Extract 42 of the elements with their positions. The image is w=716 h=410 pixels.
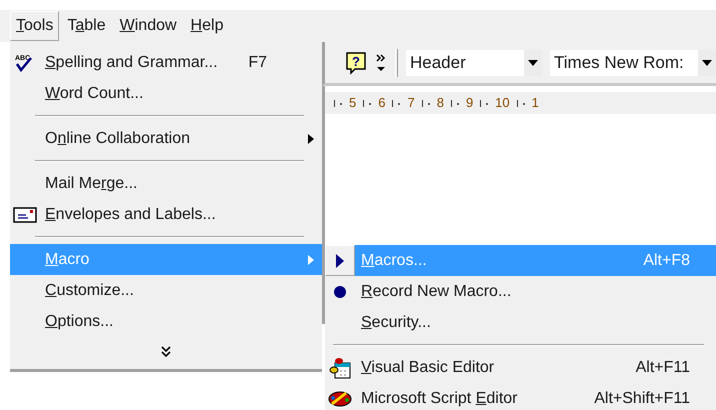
ruler-tick-marks: [392, 100, 400, 106]
menu-item[interactable]: Word Count...: [10, 78, 322, 109]
submenu-arrow-icon: [308, 134, 314, 144]
ruler-tick-marks: [516, 100, 525, 106]
ruler-number: 6: [378, 94, 386, 112]
submenu-arrow-icon: [308, 254, 314, 264]
ruler-tick-marks: [450, 100, 459, 106]
dropdown-arrow-icon: [528, 60, 538, 66]
ruler-tick-marks: [334, 100, 342, 106]
ruler-number: 7: [407, 94, 415, 112]
menu-item[interactable]: Microsoft Script Editor Alt+Shift+F11: [325, 383, 716, 410]
menu-item[interactable]: Table: [61, 11, 112, 41]
menu-item[interactable]: Tools: [10, 11, 60, 41]
ruler-number: 8: [436, 94, 444, 112]
help-icon[interactable]: ?: [345, 50, 367, 74]
ruler-number: 1: [532, 94, 539, 112]
font-dropdown[interactable]: Times New Rom:: [550, 50, 716, 76]
menu-item[interactable]: Options...: [10, 306, 322, 337]
menu-item[interactable]: Envelopes and Labels...: [10, 199, 322, 230]
dropdown-arrow-icon: [702, 60, 712, 66]
ruler-number: 9: [466, 94, 474, 112]
editor-window-icon: [329, 356, 351, 378]
ruler-number: 5: [349, 94, 356, 112]
envelope-icon: [13, 206, 37, 222]
menu-item[interactable]: Help: [184, 11, 230, 41]
menu-item[interactable]: Customize...: [10, 275, 322, 306]
ruler-number: 10: [495, 94, 510, 112]
menu-item[interactable]: Window: [114, 11, 183, 41]
ruler-tick-marks: [480, 100, 488, 106]
toolbar-options-icon[interactable]: [375, 52, 387, 74]
ruler-tick-marks: [422, 100, 430, 106]
menu-item[interactable]: Online Collaboration: [10, 123, 322, 154]
script-editor-icon: [328, 390, 352, 408]
menu-item[interactable]: Visual Basic Editor Alt+F11: [325, 352, 716, 383]
menu-item[interactable]: Security...: [325, 307, 716, 338]
menu-item[interactable]: Record New Macro...: [325, 276, 716, 307]
menu-item[interactable]: Mail Merge...: [10, 168, 322, 199]
ruler-tick-marks: [363, 100, 372, 106]
record-icon: [334, 286, 346, 298]
play-icon: [336, 254, 344, 268]
expand-menu-icon[interactable]: [161, 346, 171, 358]
style-dropdown[interactable]: Header: [406, 50, 542, 76]
